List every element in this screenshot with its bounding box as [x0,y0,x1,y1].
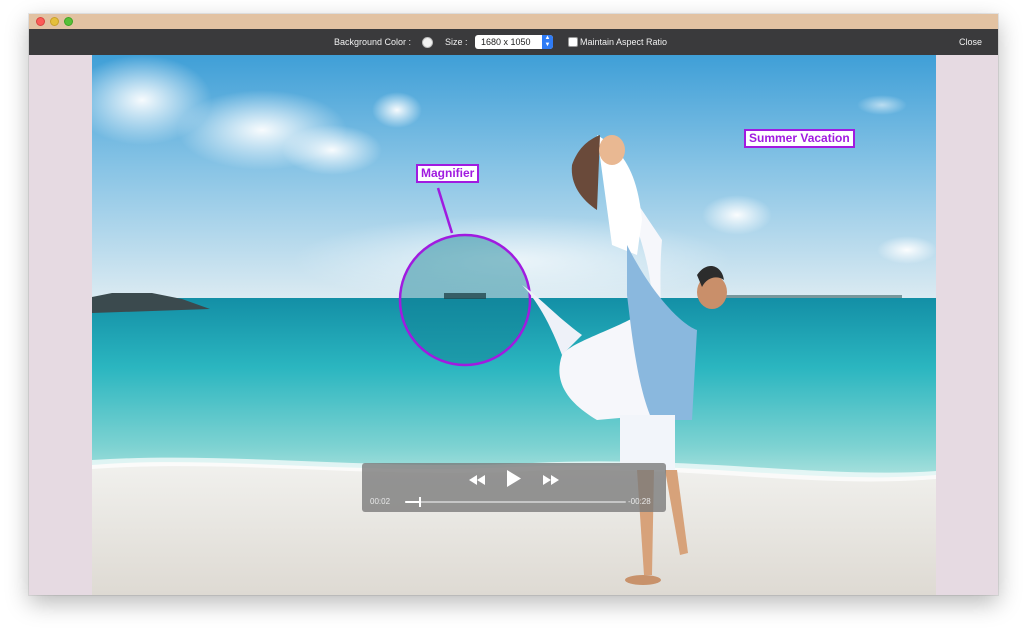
maintain-aspect-label: Maintain Aspect Ratio [580,37,668,47]
zoom-window-icon[interactable] [64,17,73,26]
background-color-label: Background Color : [334,37,412,47]
rewind-icon[interactable] [469,475,485,485]
close-button[interactable]: Close [959,37,982,47]
size-select-value: 1680 x 1050 [481,37,531,47]
video-player-controls: 00:02 -00:28 [362,463,666,512]
elapsed-time: 00:02 [370,497,391,506]
chevron-updown-icon: ▲ ▼ [542,35,553,49]
app-window: Background Color : Size : 1680 x 1050 ▲ ▼… [29,14,998,595]
close-window-icon[interactable] [36,17,45,26]
remaining-time: -00:28 [628,497,651,506]
title-bar [29,14,998,29]
toolbar: Background Color : Size : 1680 x 1050 ▲ ▼… [29,29,998,55]
maintain-aspect-checkbox[interactable] [568,37,578,47]
progress-slider[interactable] [405,497,626,507]
size-label: Size : [445,37,468,47]
fast-forward-icon[interactable] [543,475,559,485]
progress-knob[interactable] [419,497,422,507]
minimize-window-icon[interactable] [50,17,59,26]
play-icon[interactable] [507,470,521,487]
summer-vacation-tag: Summer Vacation [744,129,855,148]
background-color-picker[interactable] [422,37,433,48]
size-select[interactable]: 1680 x 1050 ▲ ▼ [475,35,553,49]
progress-fill [405,501,421,503]
magnifier-tag: Magnifier [416,164,480,183]
